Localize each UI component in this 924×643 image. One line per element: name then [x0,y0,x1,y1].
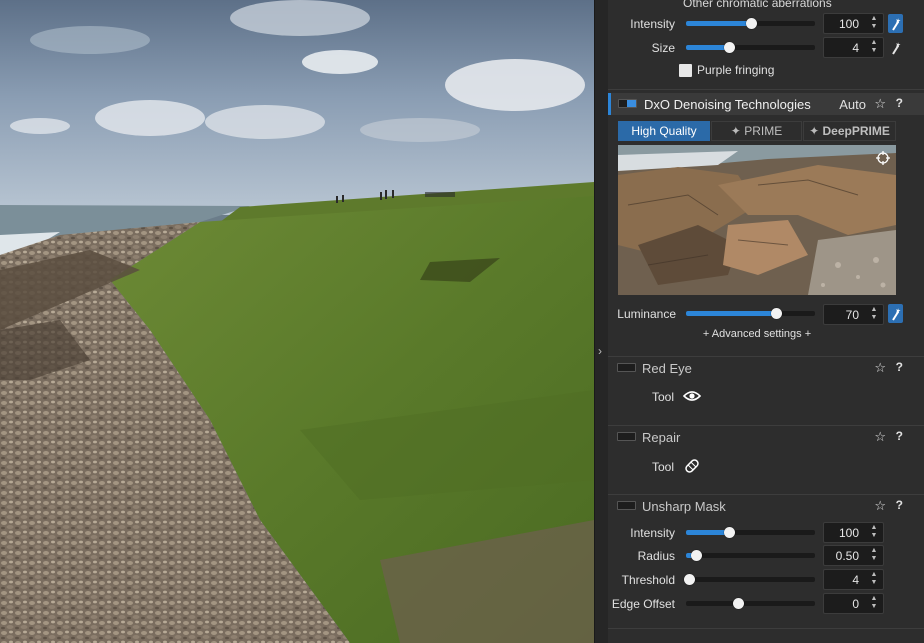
denoise-title: DxO Denoising Technologies [644,97,811,112]
stepper-icon[interactable]: ▲ ▼ [869,547,879,563]
rock-preview-image [618,145,896,295]
size-slider[interactable] [686,42,815,53]
chromatic-section-title: Other chromatic aberrations [683,0,832,10]
divider [608,628,924,629]
magic-wand-icon[interactable] [888,304,903,323]
bandage-icon[interactable] [683,457,701,475]
slider-knob[interactable] [732,598,744,609]
star-icon[interactable]: ☆ [874,360,886,376]
edge-offset-slider[interactable] [686,598,815,609]
red-eye-palette-header[interactable]: Red Eye ☆ ? [608,357,924,379]
intensity-label: Intensity [630,17,675,31]
repair-title: Repair [642,430,681,445]
slider-knob[interactable] [691,550,703,561]
advanced-settings-link[interactable]: + Advanced settings + [608,328,906,340]
purple-fringing-label: Purple fringing [697,63,775,77]
radius-slider[interactable] [686,550,815,561]
intensity-value-field[interactable]: 100 ▲ ▼ [823,13,884,34]
star-icon[interactable]: ☆ [874,429,886,445]
repair-toggle[interactable] [617,432,636,441]
help-icon[interactable]: ? [896,429,903,443]
red-eye-title: Red Eye [642,361,692,376]
tab-deepprime[interactable]: ✦ DeepPRIME [803,121,896,141]
magic-wand-icon[interactable] [888,14,903,33]
chevron-right-icon[interactable]: › [598,345,602,357]
red-eye-tool-label: Tool [652,390,675,404]
luminance-label: Luminance [617,307,676,321]
help-icon[interactable]: ? [896,96,903,110]
unsharp-intensity-value-field[interactable]: 100 ▲ ▼ [823,522,884,543]
threshold-value-field[interactable]: 4 ▲ ▼ [823,569,884,590]
unsharp-intensity-label: Intensity [630,526,675,540]
auto-button[interactable]: Auto [839,97,866,112]
stepper-icon[interactable]: ▲ ▼ [869,524,879,540]
red-eye-toggle[interactable] [617,363,636,372]
stepper-icon[interactable]: ▲ ▼ [869,39,879,55]
slider-knob[interactable] [723,527,735,538]
luminance-slider[interactable] [686,308,815,319]
denoise-preview[interactable] [618,145,896,295]
luminance-value-field[interactable]: 70 ▲ ▼ [823,304,884,325]
stepper-icon[interactable]: ▲ ▼ [869,571,879,587]
slider-knob[interactable] [771,308,783,319]
threshold-label: Threshold [621,573,675,587]
intensity-slider[interactable] [686,18,815,29]
unsharp-title: Unsharp Mask [642,499,726,514]
tab-prime[interactable]: ✦ PRIME [711,121,802,141]
coastal-photo [0,0,594,643]
crosshair-icon[interactable] [876,151,890,165]
correction-panel: Other chromatic aberrations Intensity 10… [608,0,924,643]
stepper-icon[interactable]: ▲ ▼ [869,306,879,322]
denoise-toggle[interactable] [618,99,637,108]
magic-wand-icon[interactable] [888,38,903,57]
eye-icon[interactable] [682,389,702,403]
radius-label: Radius [637,549,675,563]
stepper-icon[interactable]: ▲ ▼ [869,15,879,31]
stepper-icon[interactable]: ▲ ▼ [869,595,879,611]
slider-knob[interactable] [683,574,695,585]
help-icon[interactable]: ? [896,498,903,512]
star-icon[interactable]: ☆ [874,498,886,514]
repair-tool-label: Tool [652,460,675,474]
radius-value-field[interactable]: 0.50 ▲ ▼ [823,545,884,566]
size-value-field[interactable]: 4 ▲ ▼ [823,37,884,58]
unsharp-toggle[interactable] [617,501,636,510]
image-viewport[interactable] [0,0,594,643]
tab-high-quality[interactable]: High Quality [618,121,710,141]
edge-offset-label: Edge Offset [611,597,675,611]
star-icon[interactable]: ☆ [874,96,886,112]
threshold-slider[interactable] [683,574,815,585]
slider-knob[interactable] [723,42,735,53]
edge-offset-value-field[interactable]: 0 ▲ ▼ [823,593,884,614]
size-label: Size [651,41,675,55]
repair-palette-header[interactable]: Repair ☆ ? [608,426,924,448]
sparkle-icon: ✦ [730,124,741,138]
unsharp-palette-header[interactable]: Unsharp Mask ☆ ? [608,495,924,517]
divider [608,89,924,90]
purple-fringing-checkbox[interactable] [679,64,692,77]
panel-splitter[interactable]: › [594,0,608,643]
denoise-palette-header[interactable]: DxO Denoising Technologies Auto ☆ ? [608,93,924,115]
unsharp-intensity-slider[interactable] [686,527,815,538]
help-icon[interactable]: ? [896,360,903,374]
slider-knob[interactable] [745,18,757,29]
sparkle-icon: ✦ [809,124,820,138]
